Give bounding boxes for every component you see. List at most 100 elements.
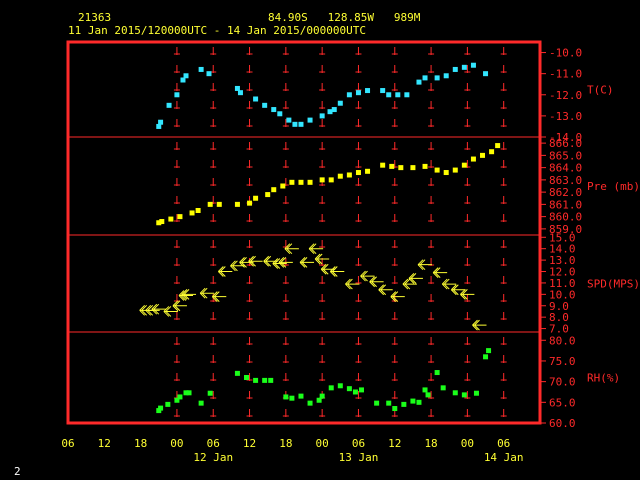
data-point [480, 152, 486, 158]
data-point [237, 90, 243, 96]
data-point [186, 390, 192, 396]
data-point [234, 201, 240, 207]
data-point [307, 179, 313, 185]
y-tick-label: 865.0 [549, 149, 582, 162]
data-point [486, 348, 492, 354]
y-tick-label: 70.0 [549, 376, 576, 389]
data-point [166, 102, 172, 108]
y-tick-label: 866.0 [549, 137, 582, 150]
x-tick-label: 06 [352, 437, 365, 450]
data-point [374, 400, 380, 406]
panel-label: T(C) [587, 84, 614, 97]
x-tick-label: 06 [61, 437, 74, 450]
data-point [253, 195, 259, 201]
y-tick-label: 10.0 [549, 288, 576, 301]
data-point [495, 143, 501, 149]
station-location: 84.90S 128.85W 989M [268, 11, 421, 24]
data-point [283, 394, 289, 400]
data-point [434, 75, 440, 81]
y-tick-label: 860.0 [549, 211, 582, 224]
data-point [365, 88, 371, 94]
x-tick-label: 18 [424, 437, 437, 450]
weather-chart: 21363 84.90S 128.85W 989M 11 Jan 2015/12… [0, 0, 640, 480]
data-point [440, 385, 446, 391]
data-point [183, 73, 189, 79]
data-point [346, 386, 352, 392]
x-tick-label: 06 [207, 437, 220, 450]
data-point [319, 113, 325, 119]
y-tick-label: 80.0 [549, 334, 576, 347]
date-label: 12 Jan [193, 451, 233, 464]
data-point [389, 163, 395, 169]
data-point [483, 354, 489, 360]
data-point [355, 170, 361, 176]
data-point [289, 179, 295, 185]
data-point [461, 392, 467, 398]
x-tick-label: 00 [461, 437, 474, 450]
x-tick-label: 00 [170, 437, 183, 450]
data-point [337, 173, 343, 179]
y-tick-label: 65.0 [549, 396, 576, 409]
y-tick-label: 13.0 [549, 254, 576, 267]
data-point [298, 121, 304, 127]
data-point [286, 117, 292, 123]
data-point [452, 390, 458, 396]
page-number: 2 [14, 465, 21, 478]
y-tick-label: 75.0 [549, 355, 576, 368]
data-point [452, 167, 458, 173]
data-point [483, 71, 489, 77]
data-point [416, 79, 422, 85]
data-point [470, 62, 476, 68]
data-point [189, 210, 195, 216]
data-point [247, 200, 253, 206]
date-label: 14 Jan [484, 451, 524, 464]
data-point [337, 383, 343, 389]
y-tick-label: 864.0 [549, 162, 582, 175]
data-point [207, 201, 213, 207]
data-point [346, 92, 352, 98]
data-point [331, 107, 337, 113]
y-tick-label: 8.0 [549, 311, 569, 324]
data-point [470, 156, 476, 162]
data-point [198, 66, 204, 72]
data-point [168, 216, 174, 222]
data-point [253, 96, 259, 102]
y-tick-label: 862.0 [549, 186, 582, 199]
panel-label: SPD(MPS) [587, 278, 640, 291]
data-point [298, 179, 304, 185]
data-point [207, 390, 213, 396]
x-tick-label: 06 [497, 437, 510, 450]
y-tick-label: 12.0 [549, 266, 576, 279]
data-point [298, 393, 304, 399]
y-tick-label: -13.0 [549, 110, 582, 123]
y-tick-label: -11.0 [549, 68, 582, 81]
data-point [489, 149, 495, 155]
data-point [386, 92, 392, 98]
data-point [271, 187, 277, 193]
data-point [195, 208, 201, 213]
y-tick-label: 11.0 [549, 277, 576, 290]
data-point [319, 177, 325, 183]
data-point [165, 401, 171, 407]
data-point [174, 92, 180, 98]
data-point [337, 100, 343, 106]
station-id: 21363 [78, 11, 111, 24]
data-point [410, 165, 416, 171]
data-point [253, 377, 259, 383]
data-point [319, 393, 325, 399]
data-point [392, 406, 398, 412]
data-point [280, 183, 286, 189]
data-point [328, 385, 334, 391]
data-point [443, 73, 449, 79]
y-tick-label: -12.0 [549, 89, 582, 102]
data-point [461, 162, 467, 168]
data-point [177, 394, 183, 400]
data-point [422, 163, 428, 169]
data-point [395, 92, 401, 98]
data-point [265, 192, 271, 198]
data-point [216, 201, 222, 207]
x-tick-label: 18 [279, 437, 292, 450]
data-point [277, 111, 283, 117]
data-point [416, 399, 422, 405]
data-point [461, 64, 467, 70]
